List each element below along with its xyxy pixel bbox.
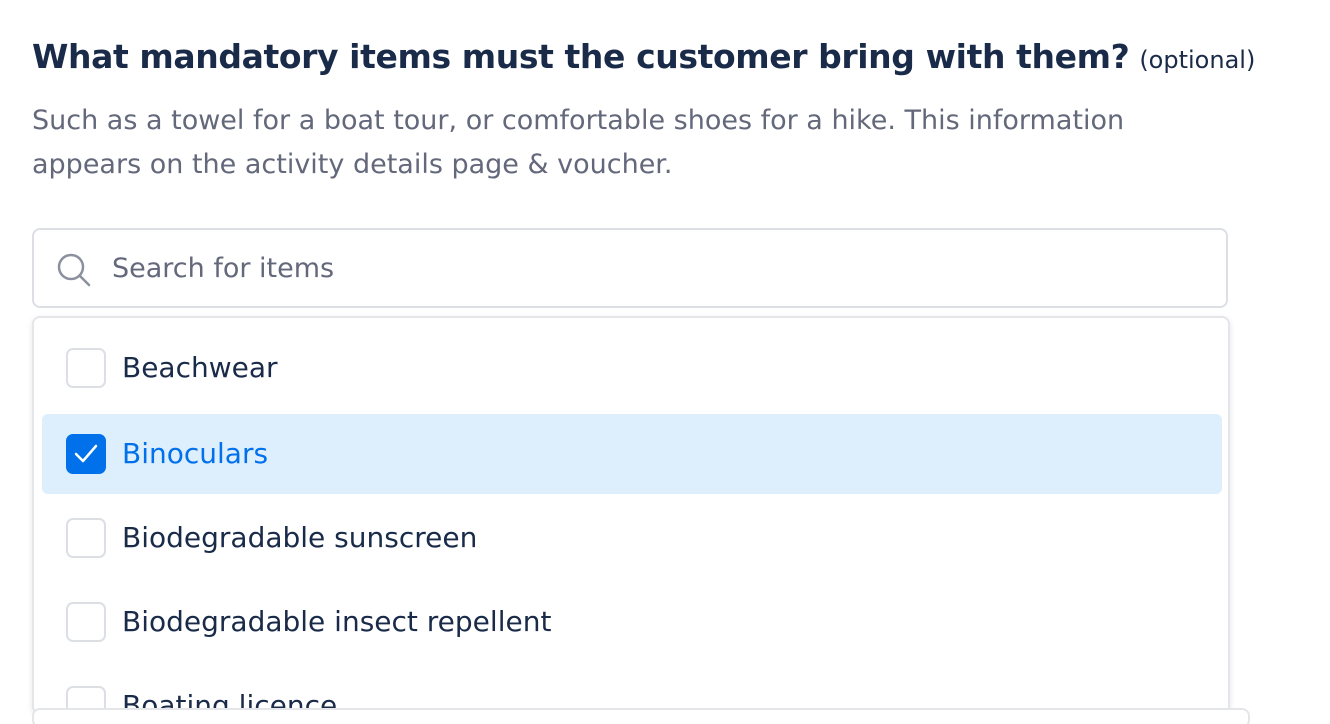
option-label: Boating licence xyxy=(122,689,338,714)
option-label: Biodegradable sunscreen xyxy=(122,521,478,554)
option-label: Biodegradable insect repellent xyxy=(122,605,552,638)
optional-label: (optional) xyxy=(1139,46,1256,74)
option-label: Beachwear xyxy=(122,351,278,384)
mandatory-items-section: What mandatory items must the customer b… xyxy=(0,0,1330,724)
checkbox-checked[interactable] xyxy=(66,434,106,474)
search-box[interactable] xyxy=(32,228,1228,308)
list-item-beachwear[interactable]: Beachwear xyxy=(42,328,1222,408)
search-icon xyxy=(56,252,92,288)
search-input[interactable] xyxy=(112,240,1202,296)
list-item-biodegradable-insect-repellent[interactable]: Biodegradable insect repellent xyxy=(42,582,1222,662)
list-item-binoculars[interactable]: Binoculars xyxy=(42,414,1222,494)
question-heading: What mandatory items must the customer b… xyxy=(32,37,1255,76)
list-item-biodegradable-sunscreen[interactable]: Biodegradable sunscreen xyxy=(42,498,1222,578)
question-title: What mandatory items must the customer b… xyxy=(32,37,1130,76)
option-label: Binoculars xyxy=(122,437,269,470)
next-field-edge xyxy=(32,708,1250,724)
items-dropdown-list[interactable]: Beachwear Binoculars Biodegradable sunsc… xyxy=(32,316,1230,714)
list-item-boating-licence[interactable]: Boating licence xyxy=(42,666,1222,714)
checkbox-unchecked[interactable] xyxy=(66,348,106,388)
checkbox-unchecked[interactable] xyxy=(66,518,106,558)
help-text: Such as a towel for a boat tour, or comf… xyxy=(32,105,1125,180)
checkmark-icon xyxy=(74,444,98,463)
checkbox-unchecked[interactable] xyxy=(66,602,106,642)
